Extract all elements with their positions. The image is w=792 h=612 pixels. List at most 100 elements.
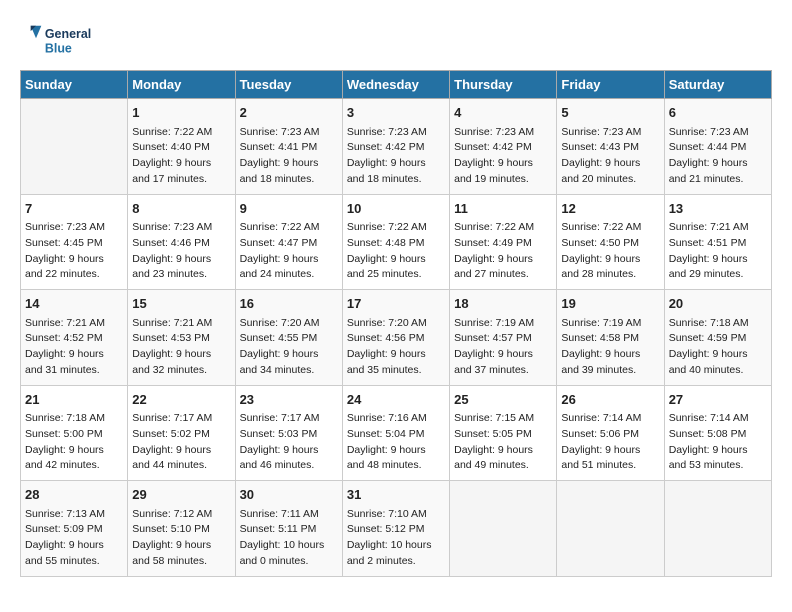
day-number: 30	[240, 485, 338, 505]
calendar-cell: 7Sunrise: 7:23 AMSunset: 4:45 PMDaylight…	[21, 194, 128, 290]
calendar-cell: 28Sunrise: 7:13 AMSunset: 5:09 PMDayligh…	[21, 481, 128, 577]
column-header-wednesday: Wednesday	[342, 71, 449, 99]
calendar-cell	[450, 481, 557, 577]
day-info: and 51 minutes.	[561, 458, 659, 474]
day-info: Sunrise: 7:23 AM	[561, 125, 659, 141]
day-info: Daylight: 9 hours	[132, 347, 230, 363]
day-info: and 39 minutes.	[561, 363, 659, 379]
day-info: Sunrise: 7:23 AM	[240, 125, 338, 141]
day-info: and 32 minutes.	[132, 363, 230, 379]
day-info: Daylight: 10 hours	[240, 538, 338, 554]
day-number: 26	[561, 390, 659, 410]
day-number: 14	[25, 294, 123, 314]
calendar-cell: 8Sunrise: 7:23 AMSunset: 4:46 PMDaylight…	[128, 194, 235, 290]
day-number: 20	[669, 294, 767, 314]
day-info: Sunrise: 7:23 AM	[454, 125, 552, 141]
day-info: Sunset: 4:44 PM	[669, 140, 767, 156]
day-number: 1	[132, 103, 230, 123]
day-number: 19	[561, 294, 659, 314]
day-info: Sunrise: 7:14 AM	[561, 411, 659, 427]
day-info: Sunset: 4:56 PM	[347, 331, 445, 347]
day-info: and 40 minutes.	[669, 363, 767, 379]
calendar-cell: 6Sunrise: 7:23 AMSunset: 4:44 PMDaylight…	[664, 99, 771, 195]
day-info: Daylight: 9 hours	[240, 443, 338, 459]
day-number: 17	[347, 294, 445, 314]
day-info: and 0 minutes.	[240, 554, 338, 570]
day-info: Sunset: 4:41 PM	[240, 140, 338, 156]
day-info: Sunrise: 7:15 AM	[454, 411, 552, 427]
day-number: 21	[25, 390, 123, 410]
day-info: and 49 minutes.	[454, 458, 552, 474]
day-info: Daylight: 9 hours	[669, 347, 767, 363]
day-info: Daylight: 9 hours	[347, 443, 445, 459]
day-info: Sunset: 4:53 PM	[132, 331, 230, 347]
calendar-cell: 4Sunrise: 7:23 AMSunset: 4:42 PMDaylight…	[450, 99, 557, 195]
day-info: Sunrise: 7:23 AM	[25, 220, 123, 236]
day-number: 3	[347, 103, 445, 123]
day-info: Sunrise: 7:16 AM	[347, 411, 445, 427]
day-number: 10	[347, 199, 445, 219]
column-header-sunday: Sunday	[21, 71, 128, 99]
day-info: Daylight: 9 hours	[669, 252, 767, 268]
day-number: 6	[669, 103, 767, 123]
calendar-cell: 16Sunrise: 7:20 AMSunset: 4:55 PMDayligh…	[235, 290, 342, 386]
day-info: Sunset: 4:47 PM	[240, 236, 338, 252]
calendar-week-3: 14Sunrise: 7:21 AMSunset: 4:52 PMDayligh…	[21, 290, 772, 386]
day-info: Sunset: 4:59 PM	[669, 331, 767, 347]
calendar-cell	[21, 99, 128, 195]
day-info: Daylight: 9 hours	[454, 347, 552, 363]
day-number: 13	[669, 199, 767, 219]
calendar-cell: 31Sunrise: 7:10 AMSunset: 5:12 PMDayligh…	[342, 481, 449, 577]
day-info: Sunset: 5:04 PM	[347, 427, 445, 443]
day-info: Sunrise: 7:23 AM	[669, 125, 767, 141]
day-info: Sunrise: 7:22 AM	[454, 220, 552, 236]
day-number: 12	[561, 199, 659, 219]
day-info: and 24 minutes.	[240, 267, 338, 283]
day-info: Daylight: 9 hours	[561, 347, 659, 363]
day-info: Daylight: 9 hours	[25, 252, 123, 268]
day-info: Sunset: 4:48 PM	[347, 236, 445, 252]
day-info: Daylight: 10 hours	[347, 538, 445, 554]
day-info: Sunset: 4:58 PM	[561, 331, 659, 347]
day-info: Sunset: 4:42 PM	[454, 140, 552, 156]
calendar-cell: 17Sunrise: 7:20 AMSunset: 4:56 PMDayligh…	[342, 290, 449, 386]
day-info: and 23 minutes.	[132, 267, 230, 283]
day-info: and 27 minutes.	[454, 267, 552, 283]
calendar-cell: 30Sunrise: 7:11 AMSunset: 5:11 PMDayligh…	[235, 481, 342, 577]
calendar-cell: 20Sunrise: 7:18 AMSunset: 4:59 PMDayligh…	[664, 290, 771, 386]
day-number: 11	[454, 199, 552, 219]
day-info: Sunrise: 7:13 AM	[25, 507, 123, 523]
day-info: Sunset: 5:09 PM	[25, 522, 123, 538]
calendar-cell: 25Sunrise: 7:15 AMSunset: 5:05 PMDayligh…	[450, 385, 557, 481]
day-info: Sunrise: 7:22 AM	[132, 125, 230, 141]
day-info: and 31 minutes.	[25, 363, 123, 379]
day-info: Daylight: 9 hours	[454, 252, 552, 268]
calendar-cell	[557, 481, 664, 577]
day-info: Daylight: 9 hours	[347, 347, 445, 363]
day-info: Sunset: 4:49 PM	[454, 236, 552, 252]
day-info: Sunrise: 7:12 AM	[132, 507, 230, 523]
calendar-cell: 24Sunrise: 7:16 AMSunset: 5:04 PMDayligh…	[342, 385, 449, 481]
column-header-thursday: Thursday	[450, 71, 557, 99]
day-info: Sunset: 4:57 PM	[454, 331, 552, 347]
day-info: Sunrise: 7:23 AM	[347, 125, 445, 141]
day-info: and 37 minutes.	[454, 363, 552, 379]
day-info: and 18 minutes.	[240, 172, 338, 188]
day-info: Daylight: 9 hours	[561, 156, 659, 172]
day-info: Daylight: 9 hours	[454, 156, 552, 172]
day-info: and 17 minutes.	[132, 172, 230, 188]
day-number: 22	[132, 390, 230, 410]
calendar-week-4: 21Sunrise: 7:18 AMSunset: 5:00 PMDayligh…	[21, 385, 772, 481]
day-info: and 48 minutes.	[347, 458, 445, 474]
calendar-cell: 2Sunrise: 7:23 AMSunset: 4:41 PMDaylight…	[235, 99, 342, 195]
day-info: Daylight: 9 hours	[132, 252, 230, 268]
calendar-cell: 27Sunrise: 7:14 AMSunset: 5:08 PMDayligh…	[664, 385, 771, 481]
day-info: Daylight: 9 hours	[454, 443, 552, 459]
day-info: Sunset: 5:11 PM	[240, 522, 338, 538]
day-info: Sunrise: 7:19 AM	[561, 316, 659, 332]
day-info: Daylight: 9 hours	[240, 252, 338, 268]
day-info: Sunset: 4:52 PM	[25, 331, 123, 347]
calendar-cell: 5Sunrise: 7:23 AMSunset: 4:43 PMDaylight…	[557, 99, 664, 195]
day-info: Sunset: 5:00 PM	[25, 427, 123, 443]
day-info: Daylight: 9 hours	[132, 156, 230, 172]
